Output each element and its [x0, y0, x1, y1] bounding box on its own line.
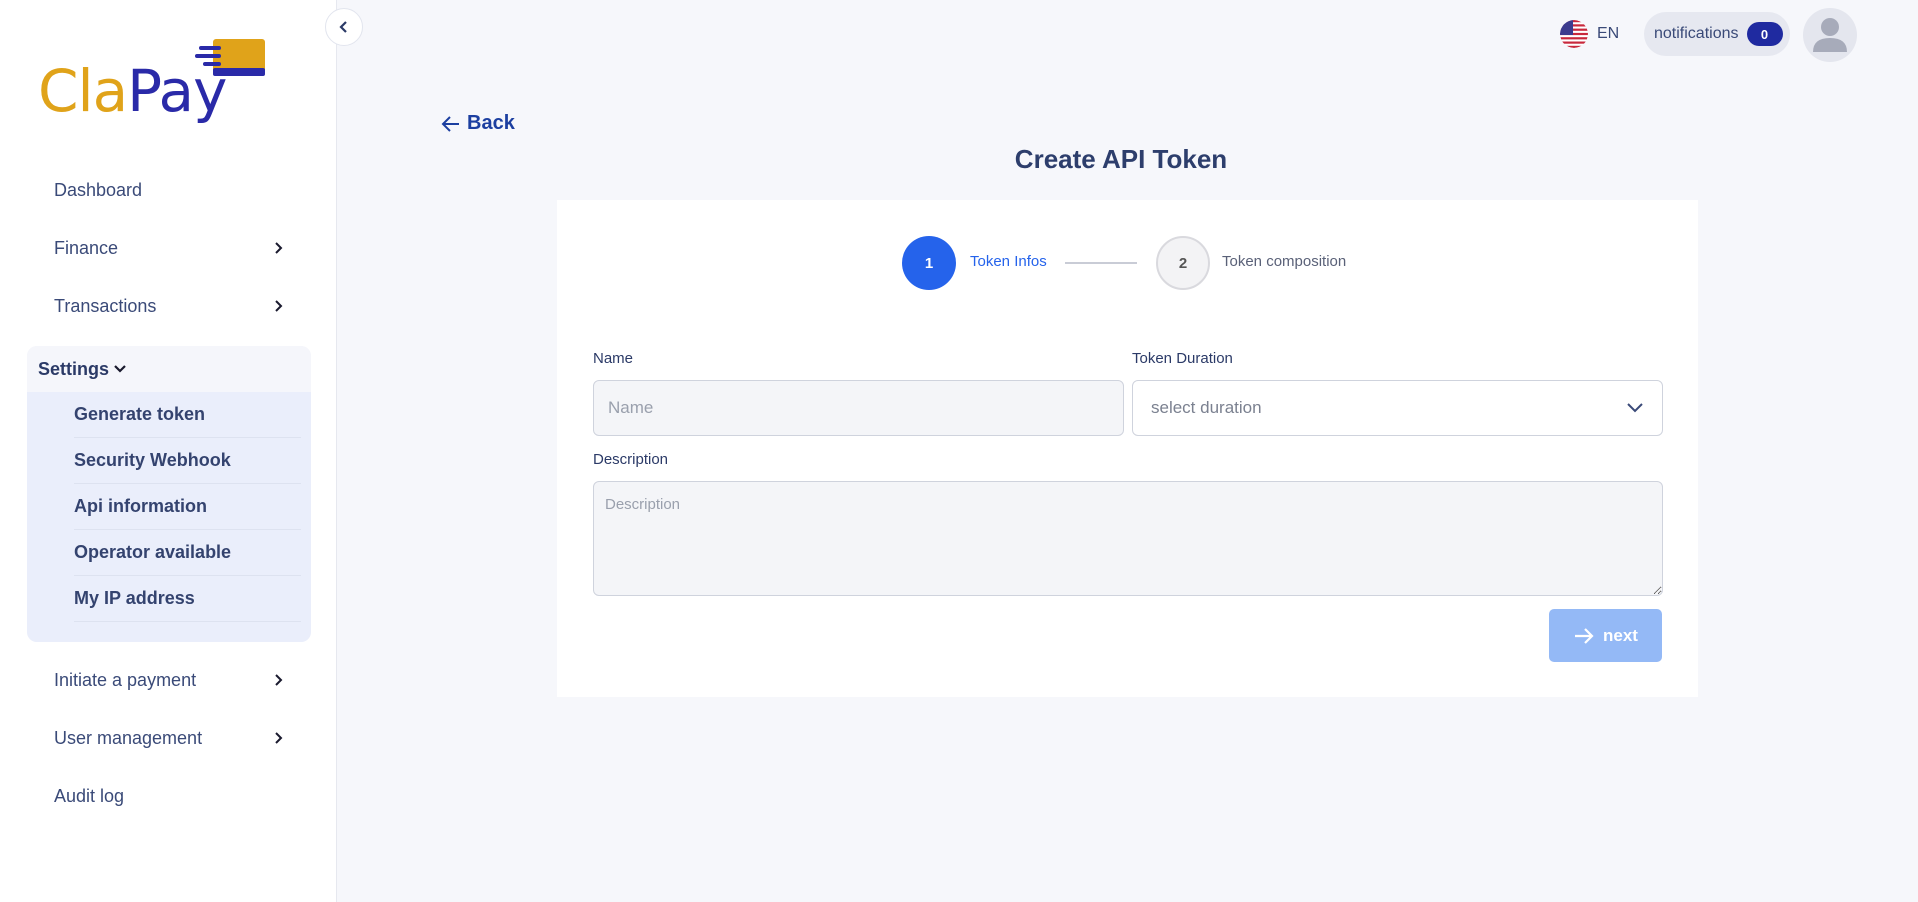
token-duration-label: Token Duration [1132, 350, 1233, 367]
name-input[interactable] [593, 380, 1124, 436]
notifications-button[interactable]: notifications 0 [1644, 12, 1790, 56]
settings-submenu: Generate token Security Webhook Api info… [27, 392, 311, 642]
logo-wordmark: ClaPay [38, 62, 227, 120]
us-flag-icon [1560, 20, 1588, 48]
token-duration-value: select duration [1151, 398, 1262, 417]
submenu-item-label: Security Webhook [74, 450, 231, 470]
back-label: Back [467, 112, 515, 134]
name-label: Name [593, 350, 634, 367]
sidebar-collapse-button[interactable] [325, 8, 363, 46]
page-title: Create API Token [1014, 144, 1228, 174]
sidebar-item-dashboard[interactable]: Dashboard [54, 170, 284, 210]
arrow-right-icon [1575, 627, 1594, 644]
user-avatar-icon [1813, 18, 1847, 52]
sidebar-item-user-management[interactable]: User management [54, 718, 284, 758]
stepper: 1 Token Infos 2 Token composition [902, 236, 1402, 290]
step-1-circle: 1 [902, 236, 956, 290]
submenu-item-label: Api information [74, 496, 207, 516]
step-connector [1065, 262, 1137, 264]
language-selector[interactable]: EN [1560, 20, 1619, 48]
sidebar-item-label: Dashboard [54, 179, 143, 200]
submenu-item-label: Operator available [74, 542, 232, 562]
chevron-down-icon [1627, 403, 1643, 413]
description-textarea[interactable] [593, 481, 1663, 596]
back-link[interactable]: Back [441, 112, 515, 135]
settings-label: Settings [38, 358, 110, 379]
sidebar-item-label: Transactions [54, 295, 157, 316]
chevron-right-icon [275, 242, 283, 254]
description-label: Description [593, 451, 669, 468]
logo-part-pay: Pay [127, 57, 227, 125]
token-duration-select[interactable]: select duration [1132, 380, 1663, 436]
submenu-item-security-webhook[interactable]: Security Webhook [74, 438, 301, 484]
sidebar-item-label: Initiate a payment [54, 669, 197, 690]
step-1-label: Token Infos [970, 253, 1047, 270]
next-label: next [1603, 625, 1638, 645]
submenu-item-label: My IP address [74, 588, 195, 608]
submenu-item-label: Generate token [74, 404, 206, 424]
sidebar-item-audit-log[interactable]: Audit log [54, 776, 284, 816]
step-2-label: Token composition [1222, 253, 1347, 270]
arrow-left-icon [441, 115, 459, 132]
sidebar-item-finance[interactable]: Finance [54, 228, 284, 268]
chevron-left-icon [339, 21, 347, 33]
chevron-right-icon [275, 732, 283, 744]
submenu-item-my-ip-address[interactable]: My IP address [74, 576, 301, 622]
submenu-item-api-information[interactable]: Api information [74, 484, 301, 530]
user-avatar[interactable] [1803, 8, 1857, 62]
submenu-item-operator-available[interactable]: Operator available [74, 530, 301, 576]
clapay-logo[interactable]: ClaPay [38, 38, 268, 138]
sidebar-item-label: User management [54, 727, 203, 748]
chevron-right-icon [275, 674, 283, 686]
sidebar: ClaPay Dashboard Finance Transactions Se… [0, 0, 337, 902]
settings-group: Settings Generate token Security Webhook… [27, 346, 311, 642]
submenu-item-generate-token[interactable]: Generate token [74, 392, 301, 438]
notifications-label: notifications [1654, 25, 1739, 42]
token-form-card: 1 Token Infos 2 Token composition Name T… [557, 200, 1698, 697]
sidebar-item-initiate-payment[interactable]: Initiate a payment [54, 660, 284, 700]
sidebar-item-settings[interactable]: Settings [27, 346, 311, 392]
sidebar-item-transactions[interactable]: Transactions [54, 286, 284, 326]
notifications-count-badge: 0 [1746, 22, 1783, 46]
step-2-circle: 2 [1156, 236, 1210, 290]
logo-part-cla: Cla [38, 57, 128, 125]
sidebar-item-label: Audit log [54, 785, 125, 806]
sidebar-item-label: Finance [54, 237, 119, 258]
next-button[interactable]: next [1549, 609, 1662, 662]
language-label: EN [1597, 25, 1620, 42]
chevron-right-icon [275, 300, 283, 312]
chevron-down-icon [114, 365, 126, 373]
